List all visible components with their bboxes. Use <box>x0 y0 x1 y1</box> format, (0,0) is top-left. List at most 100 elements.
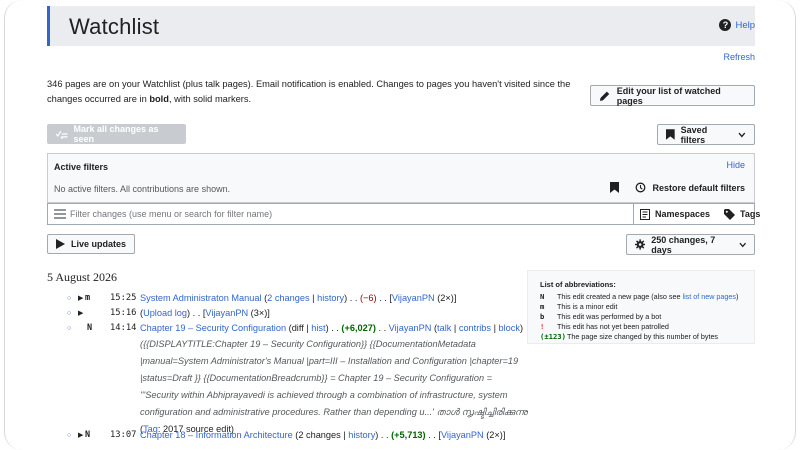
filter-search-input[interactable]: Filter changes (use menu or search for f… <box>70 209 272 219</box>
new-page-flag: N <box>87 323 93 333</box>
expand-triangle-icon[interactable]: ▶ <box>78 428 83 443</box>
mark-all-seen-button[interactable]: Mark all changes as seen <box>47 124 186 144</box>
changes-count-text: 2 changes <box>298 430 341 440</box>
abbr-key: ! <box>540 322 545 331</box>
restore-defaults-button[interactable]: Restore default filters <box>652 183 745 193</box>
edit-count: (2×) <box>486 430 503 440</box>
page-title: Watchlist <box>69 14 160 39</box>
edit-watchlist-button[interactable]: Edit your list of watched pages <box>590 85 755 106</box>
abbr-row-unpatrolled: ! This edit has not yet been patrolled <box>540 322 742 332</box>
change-time: 14:14 <box>110 323 137 333</box>
bullet-icon: ○ <box>67 310 72 317</box>
help-link[interactable]: ? Help <box>719 19 755 31</box>
user-link[interactable]: VijayanPN <box>389 323 432 333</box>
live-updates-label: Live updates <box>71 239 127 249</box>
tags-button[interactable]: Tags <box>724 208 761 220</box>
date-heading: 5 August 2026 <box>47 270 118 284</box>
bullet-icon: ○ <box>67 325 72 332</box>
active-filters-panel: Active filters Hide No active filters. A… <box>47 153 755 203</box>
edit-count: (3×) <box>250 308 268 318</box>
abbr-text: This is a minor edit <box>557 302 618 311</box>
abbr-text: The page size changed by this number of … <box>567 332 719 341</box>
abbr-row-size: (±123) The page size changed by this num… <box>540 332 742 342</box>
user-link[interactable]: VijayanPN <box>441 430 484 440</box>
history-link[interactable]: history <box>317 293 344 303</box>
intro-bold: bold <box>149 93 169 104</box>
diff-text: diff <box>291 323 304 333</box>
watchlist-intro: 346 pages are on your Watchlist (plus ta… <box>47 77 577 106</box>
restore-icon <box>636 182 646 193</box>
abbreviations-title: List of abbreviations: <box>540 280 616 289</box>
contribs-link[interactable]: contribs <box>459 323 491 333</box>
expand-triangle-icon[interactable]: ▶ <box>78 291 83 306</box>
abbr-text: This edit has not yet been patrolled <box>557 322 669 331</box>
abbr-text: This edit created a new page (also see l… <box>557 292 739 301</box>
minor-flag: m <box>85 293 91 303</box>
intro-text-1: 346 pages are on your Watchlist (plus ta… <box>47 79 571 104</box>
tag-icon <box>724 208 736 220</box>
abbr-row-bot: b This edit was performed by a bot <box>540 312 742 322</box>
change-time: 15:16 <box>110 308 137 318</box>
live-updates-button[interactable]: Live updates <box>47 234 135 254</box>
results-range-button[interactable]: 250 changes, 7 days <box>626 234 755 255</box>
change-body: Chapter 18 – Information Architecture (2… <box>140 430 506 440</box>
talk-link[interactable]: talk <box>437 323 451 333</box>
pencil-icon <box>599 91 610 101</box>
change-body: Chapter 19 – Security Configuration (dif… <box>140 323 524 333</box>
chevron-down-icon <box>738 132 746 137</box>
new-page-flag: N <box>85 430 91 440</box>
change-body: System Administraton Manual (2 changes |… <box>140 293 457 303</box>
abbr-key: (±123) <box>540 332 566 341</box>
active-filters-title: Active filters <box>54 162 109 172</box>
menu-icon[interactable] <box>54 209 66 219</box>
abbr-row-minor: m This is a minor edit <box>540 302 742 312</box>
namespaces-button[interactable]: Namespaces <box>640 208 711 220</box>
history-link[interactable]: history <box>348 430 375 440</box>
gear-icon <box>635 239 646 250</box>
changes-link[interactable]: 2 changes <box>267 293 309 303</box>
page-link[interactable]: Chapter 19 – Security Configuration <box>140 323 286 333</box>
abbr-key: b <box>540 312 545 321</box>
edit-count: (2×) <box>437 293 454 303</box>
namespaces-label: Namespaces <box>655 209 711 219</box>
page-link[interactable]: Upload log <box>143 308 187 318</box>
restore-defaults-area: Restore default filters <box>610 182 745 193</box>
filter-menu-buttons: Namespaces Tags <box>633 204 760 224</box>
bookmark-icon <box>666 129 675 140</box>
change-time: 15:25 <box>110 293 137 303</box>
mark-all-seen-label: Mark all changes as seen <box>73 124 159 144</box>
edit-watchlist-label: Edit your list of watched pages <box>616 85 721 106</box>
bullet-icon: ○ <box>67 432 72 439</box>
refresh-link[interactable]: Refresh <box>723 52 755 62</box>
filter-search-bar[interactable]: Filter changes (use menu or search for f… <box>47 203 760 225</box>
block-link[interactable]: block <box>499 323 520 333</box>
page-link[interactable]: Chapter 18 – Information Architecture <box>140 430 293 440</box>
page-header: Watchlist ? Help <box>47 6 755 46</box>
change-body: (Upload log) . . [VijayanPN (3×)] <box>140 308 270 318</box>
change-time: 13:07 <box>110 430 137 440</box>
help-icon: ? <box>719 19 732 31</box>
size-change: (+5,713) <box>391 430 426 440</box>
bookmark-icon[interactable] <box>610 182 620 193</box>
intro-text-2: , with solid markers. <box>168 93 252 104</box>
bullet-icon: ○ <box>67 295 72 302</box>
chevron-down-icon <box>738 242 746 247</box>
user-link[interactable]: VijayanPN <box>205 308 248 318</box>
checklist-icon <box>56 130 68 139</box>
edit-summary: ({{DISPLAYTITLE:Chapter 19 – Security Co… <box>140 339 528 434</box>
play-icon <box>56 239 65 249</box>
results-range-label: 250 changes, 7 days <box>651 234 716 255</box>
size-change: (+6,027) <box>341 323 376 333</box>
page-link[interactable]: System Administraton Manual <box>140 293 262 303</box>
user-link[interactable]: VijayanPN <box>392 293 435 303</box>
abbr-text: This edit was performed by a bot <box>557 312 662 321</box>
abbr-key: m <box>540 302 545 311</box>
hide-filters-link[interactable]: Hide <box>726 160 745 170</box>
expand-triangle-icon[interactable]: ▶ <box>78 306 83 321</box>
hist-link[interactable]: hist <box>311 323 325 333</box>
tags-label: Tags <box>740 209 761 219</box>
abbreviations-legend: List of abbreviations: N This edit creat… <box>527 270 755 344</box>
saved-filters-button[interactable]: Saved filters <box>657 124 755 145</box>
edit-summary-text: {{DISPLAYTITLE:Chapter 19 – Security Con… <box>140 339 528 417</box>
new-pages-link[interactable]: list of new pages <box>682 292 736 301</box>
